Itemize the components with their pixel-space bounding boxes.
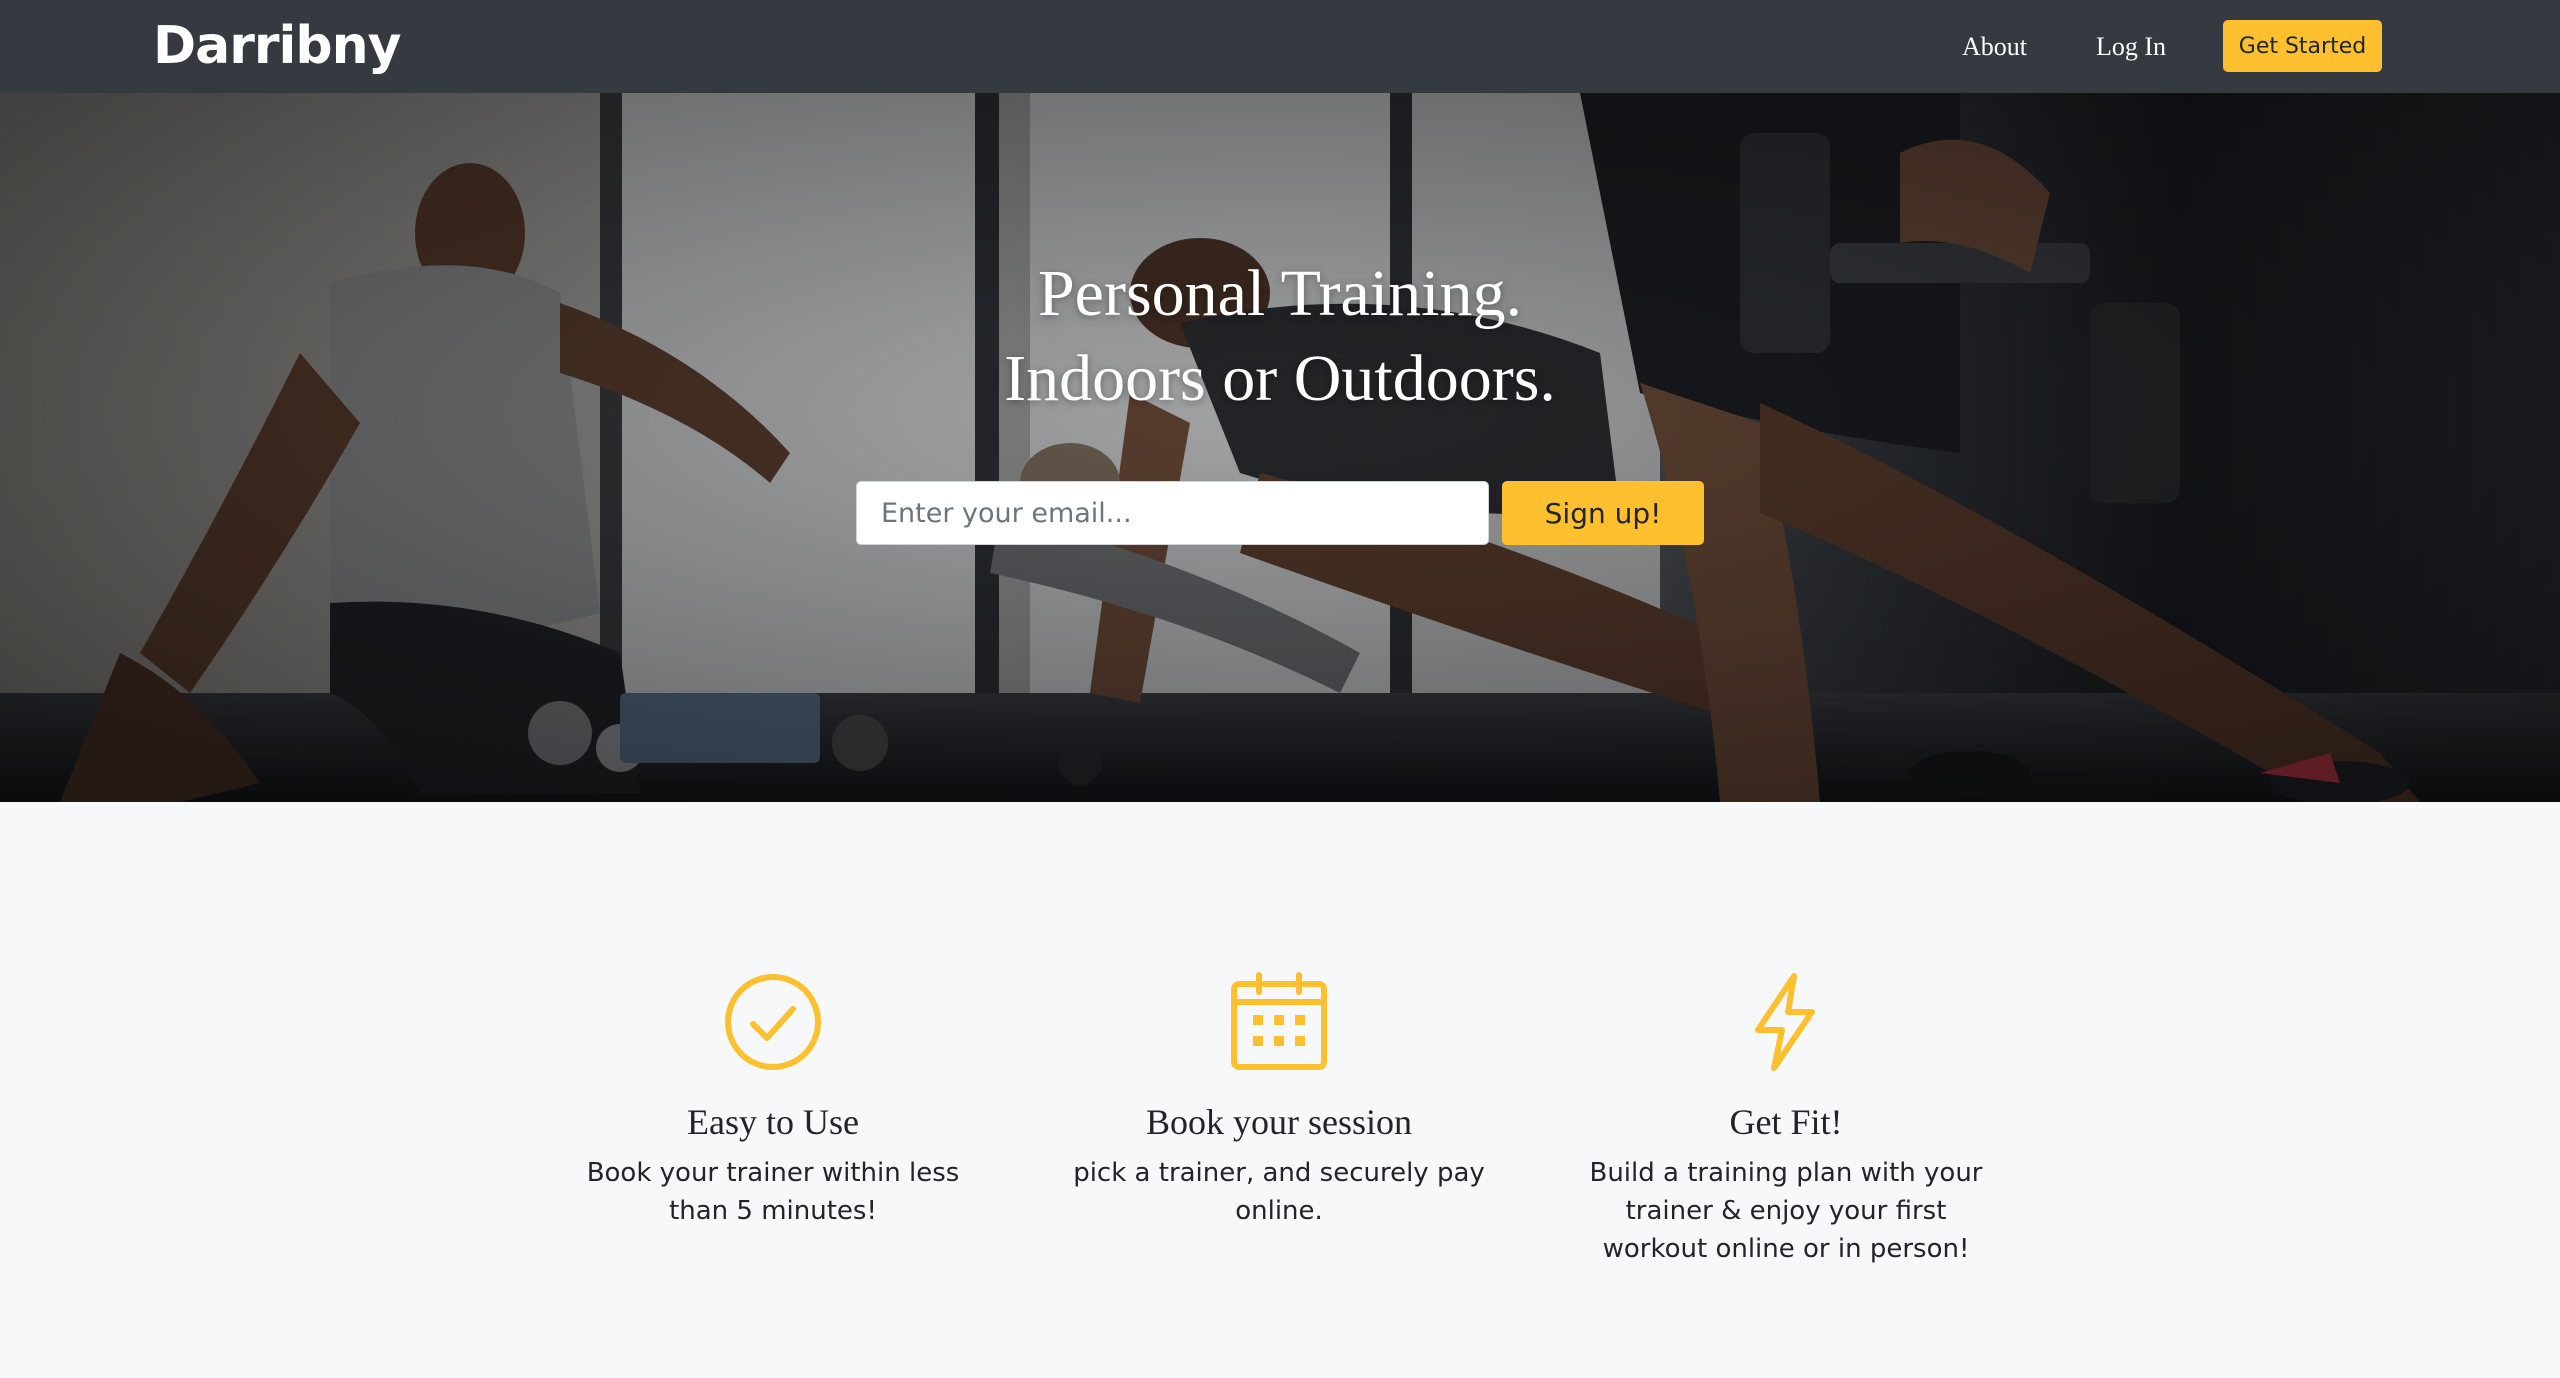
feature-title: Book your session	[1145, 1102, 1412, 1142]
lightning-icon	[1736, 972, 1836, 1077]
nav-link-login[interactable]: Log In	[2096, 28, 2166, 66]
email-input[interactable]	[856, 481, 1489, 545]
nav-link-about[interactable]: About	[1962, 28, 2027, 66]
feature-description: Book your trainer within less than 5 min…	[586, 1158, 960, 1226]
hero-section: Personal Training. Indoors or Outdoors. …	[0, 93, 2560, 802]
feature-description: pick a trainer, and securely pay online.	[1073, 1158, 1485, 1226]
hero-title-line-2: Indoors or Outdoors.	[1004, 342, 1556, 415]
feature-title: Easy to Use	[687, 1102, 859, 1142]
get-started-button[interactable]: Get Started	[2223, 20, 2382, 72]
hero-title-line-1: Personal Training.	[1037, 257, 1523, 330]
navbar: Darribny About Log In Get Started	[0, 0, 2560, 93]
hero-background-image	[0, 93, 2560, 802]
check-circle-icon	[723, 972, 823, 1077]
calendar-icon	[1229, 972, 1329, 1077]
feature-title: Get Fit!	[1729, 1102, 1843, 1142]
signup-button[interactable]: Sign up!	[1502, 481, 1704, 545]
brand-logo[interactable]: Darribny	[153, 14, 402, 78]
feature-description: Build a training plan with your trainer …	[1589, 1158, 1983, 1264]
features-section: Easy to Use Book your trainer within les…	[0, 802, 2560, 1378]
